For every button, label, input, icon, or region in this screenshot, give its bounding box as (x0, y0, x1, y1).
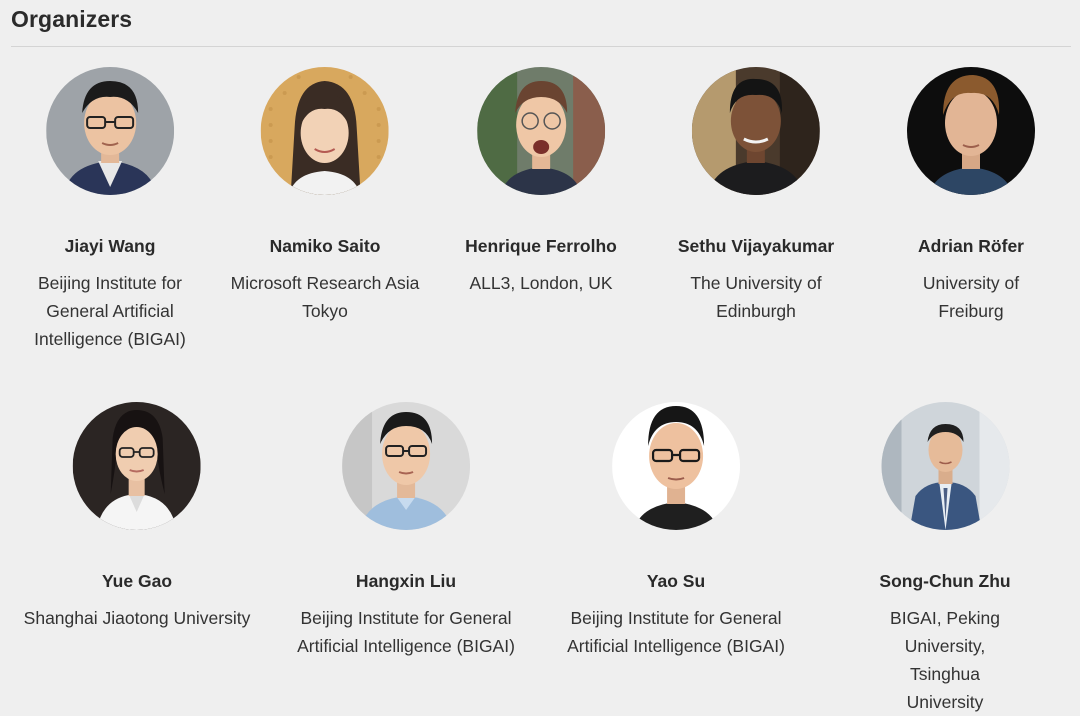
organizer-name: Namiko Saito (269, 236, 381, 256)
affiliation-line: Artificial Intelligence (BIGAI) (567, 636, 785, 656)
affiliation-line: Beijing Institute for General (570, 608, 782, 628)
organizer-name: Jiayi Wang (64, 236, 156, 256)
organizer-card: Hangxin Liu Beijing Institute for Genera… (297, 402, 515, 660)
organizer-photo (611, 402, 740, 530)
affiliation-line: General Artificial (46, 301, 174, 321)
portrait-image (261, 67, 389, 195)
affiliation-line: ALL3, London, UK (469, 273, 613, 293)
affiliation-line: Shanghai Jiaotong University (23, 608, 251, 628)
organizer-affiliation: Beijing Institute for General Artificial… (567, 604, 785, 660)
affiliation-line: Microsoft Research Asia (230, 273, 420, 293)
organizer-photo (907, 67, 1035, 195)
organizer-photo (881, 402, 1009, 530)
organizer-card: Yao Su Beijing Institute for General Art… (567, 402, 785, 660)
portrait-image (72, 402, 201, 530)
portrait-image (477, 67, 605, 195)
organizer-photo (692, 67, 820, 195)
affiliation-line: Beijing Institute for General (300, 608, 512, 628)
organizer-affiliation: Beijing Institute for General Artificial… (297, 604, 515, 660)
portrait-image (341, 402, 470, 530)
affiliation-line: BIGAI, Peking University, (890, 608, 1000, 656)
section-title: Organizers (11, 6, 133, 32)
portrait-image (611, 402, 740, 530)
organizer-affiliation: ALL3, London, UK (465, 269, 617, 297)
organizer-card: Henrique Ferrolho ALL3, London, UK (465, 67, 617, 297)
organizer-affiliation: University of Freiburg (907, 269, 1035, 325)
organizer-name: Sethu Vijayakumar (677, 236, 835, 256)
portrait-image (45, 67, 174, 195)
organizer-photo (477, 67, 605, 195)
organizer-affiliation: Beijing Institute for General Artificial… (34, 269, 186, 353)
affiliation-line: Tokyo (302, 301, 348, 321)
affiliation-line: Beijing Institute for (38, 273, 182, 293)
organizer-card: Yue Gao Shanghai Jiaotong University (24, 402, 251, 632)
organizer-name: Adrian Röfer (918, 236, 1024, 256)
organizer-name: Henrique Ferrolho (465, 236, 617, 256)
portrait-image (692, 67, 820, 195)
organizer-card: Adrian Röfer University of Freiburg (907, 67, 1035, 325)
organizer-name: Hangxin Liu (355, 571, 457, 591)
affiliation-line: Edinburgh (716, 301, 796, 321)
organizer-affiliation: BIGAI, Peking University, Tsinghua Unive… (878, 604, 1013, 716)
organizer-affiliation: Microsoft Research Asia Tokyo (231, 269, 420, 325)
affiliation-line: Intelligence (BIGAI) (34, 329, 186, 349)
organizer-card: Sethu Vijayakumar The University of Edin… (678, 67, 834, 325)
organizer-photo (261, 67, 389, 195)
organizer-photo (72, 402, 201, 530)
organizer-affiliation: Shanghai Jiaotong University (24, 604, 251, 632)
portrait-image (881, 402, 1009, 530)
organizer-photo (45, 67, 174, 195)
portrait-image (907, 67, 1035, 195)
affiliation-line: University of Freiburg (922, 273, 1020, 321)
organizer-card: Song-Chun Zhu BIGAI, Peking University, … (878, 402, 1013, 716)
organizer-card: Namiko Saito Microsoft Research Asia Tok… (231, 67, 420, 325)
organizer-name: Song-Chun Zhu (879, 571, 1011, 591)
organizer-card: Jiayi Wang Beijing Institute for General… (34, 67, 186, 353)
organizer-affiliation: The University of Edinburgh (678, 269, 834, 325)
affiliation-line: Artificial Intelligence (BIGAI) (297, 636, 515, 656)
affiliation-line: The University of (690, 273, 822, 293)
organizer-name: Yue Gao (101, 571, 173, 591)
organizer-photo (341, 402, 470, 530)
affiliation-line: Tsinghua University (906, 664, 984, 712)
section-divider (11, 46, 1071, 47)
organizer-name: Yao Su (646, 571, 706, 591)
